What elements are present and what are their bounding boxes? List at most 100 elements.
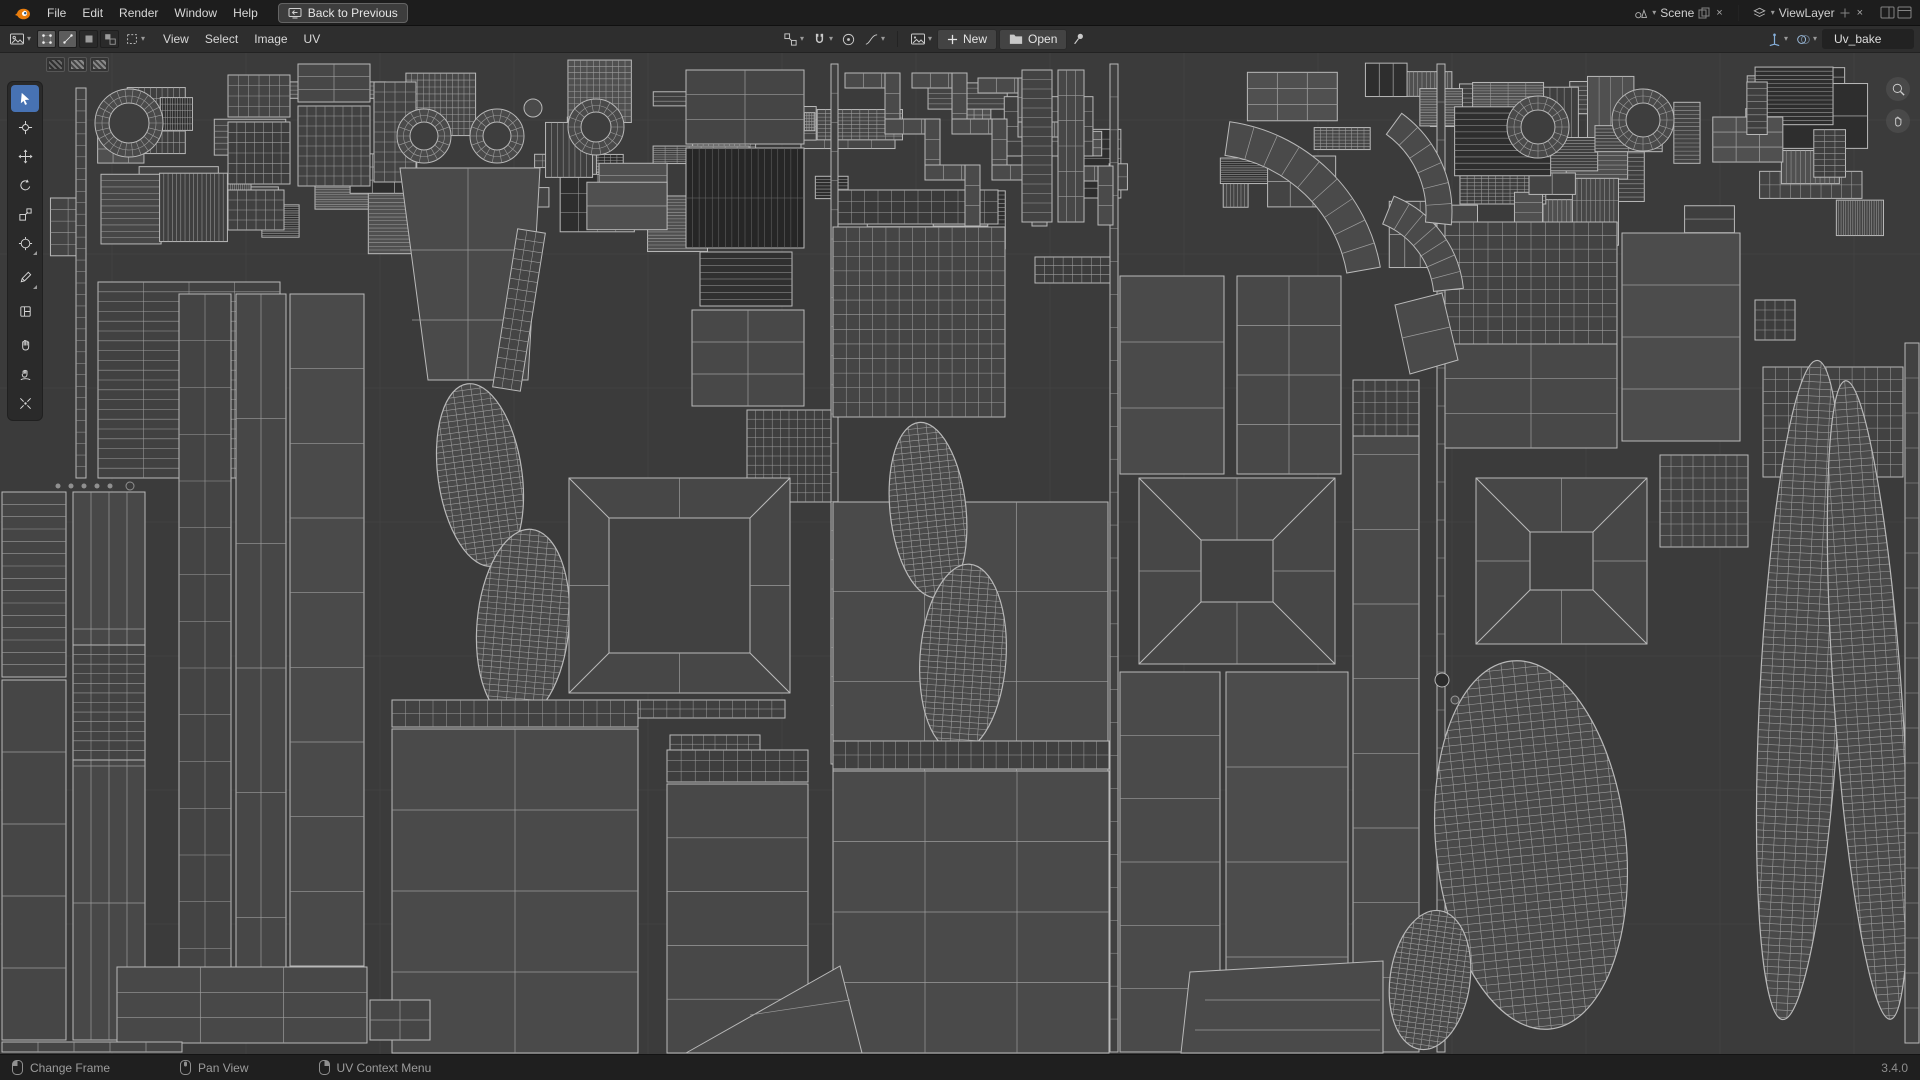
rotate-tool[interactable] — [11, 172, 39, 199]
relax-tool[interactable] — [11, 361, 39, 388]
snap-caret-icon: ▾ — [829, 35, 833, 43]
magnet-icon — [812, 32, 827, 47]
add-viewlayer-icon[interactable] — [1839, 7, 1851, 19]
overlays-icon — [1796, 32, 1811, 47]
image-icon — [910, 31, 926, 47]
new-image-label: New — [963, 32, 987, 46]
proportional-falloff-button[interactable]: ▾ — [861, 30, 888, 49]
mouse-middle-icon — [180, 1060, 191, 1075]
viewlayer-icon — [1752, 6, 1767, 20]
statusbar: Change Frame Pan View UV Context Menu 3.… — [0, 1054, 1920, 1080]
edge-select-mode-button[interactable] — [58, 30, 77, 48]
edge-mode-icon — [61, 32, 75, 46]
vertex-mode-icon — [40, 32, 54, 46]
menu-render[interactable]: Render — [111, 3, 166, 23]
back-to-previous-button[interactable]: Back to Previous — [278, 3, 408, 23]
editor-arrangement-icon[interactable] — [1880, 6, 1895, 19]
browse-image-button[interactable]: ▾ — [907, 29, 935, 49]
scene-selector[interactable]: ▾ Scene × — [1628, 5, 1729, 21]
menu-help[interactable]: Help — [225, 3, 266, 23]
zoom-icon — [1891, 82, 1906, 97]
zoom-gizmo-button[interactable] — [1886, 77, 1910, 101]
uv-context-menu-label: UV Context Menu — [337, 1061, 432, 1075]
divider — [897, 31, 898, 47]
move-tool[interactable] — [11, 143, 39, 170]
pivot-point-button[interactable]: ▾ — [780, 30, 807, 49]
topbar-menus: File Edit Render Window Help — [39, 3, 266, 23]
snap-button[interactable]: ▾ — [809, 30, 836, 49]
scale-icon — [18, 207, 33, 222]
menu-window[interactable]: Window — [166, 3, 225, 23]
viewlayer-selector[interactable]: ▾ ViewLayer × — [1747, 5, 1870, 21]
sticky-caret-icon: ▾ — [141, 35, 145, 43]
island-select-mode-button[interactable] — [100, 30, 119, 48]
pinch-icon — [18, 396, 33, 411]
change-frame-label: Change Frame — [30, 1061, 110, 1075]
select-chip-1[interactable] — [46, 57, 65, 72]
new-image-button[interactable]: New — [937, 29, 997, 50]
editor-type-button[interactable]: ▾ — [6, 29, 34, 49]
cursor-tool[interactable] — [11, 114, 39, 141]
editor-menus: View Select Image UV — [155, 29, 328, 49]
menu-image[interactable]: Image — [246, 29, 295, 49]
face-select-mode-button[interactable] — [79, 30, 98, 48]
image-group: ▾ New Open — [907, 29, 1089, 50]
uv-canvas[interactable] — [0, 53, 1920, 1054]
rip-region-icon — [18, 304, 33, 319]
viewlayer-name: ViewLayer — [1779, 6, 1835, 20]
blender-window: File Edit Render Window Help Back to Pre… — [0, 0, 1920, 1080]
falloff-caret-icon: ▾ — [881, 35, 885, 43]
status-pan-view: Pan View — [180, 1060, 248, 1075]
back-label: Back to Previous — [308, 6, 398, 20]
image-name-field[interactable]: Uv_bake — [1822, 29, 1914, 49]
relax-hand-icon — [18, 367, 33, 382]
pin-image-button[interactable] — [1069, 30, 1089, 48]
rip-region-tool[interactable] — [11, 298, 39, 325]
annotate-tool[interactable] — [11, 264, 39, 291]
pan-hand-icon — [1891, 114, 1906, 129]
sticky-selection-button[interactable]: ▾ — [122, 30, 148, 48]
open-image-button[interactable]: Open — [999, 29, 1067, 50]
pan-gizmo-button[interactable] — [1886, 109, 1910, 133]
image-name-label: Uv_bake — [1834, 32, 1881, 46]
scene-caret-icon: ▾ — [1652, 9, 1656, 17]
falloff-curve-icon — [864, 32, 879, 47]
remove-viewlayer-icon[interactable]: × — [1855, 7, 1865, 19]
unlink-scene-icon[interactable]: × — [1714, 7, 1724, 19]
open-image-label: Open — [1028, 32, 1057, 46]
viewlayer-caret-icon: ▾ — [1771, 9, 1775, 17]
transform-tool[interactable] — [11, 230, 39, 257]
window-icon[interactable] — [1897, 6, 1912, 19]
uv-select-mode-group — [37, 30, 119, 48]
vertex-select-mode-button[interactable] — [37, 30, 56, 48]
sticky-selection-icon — [125, 32, 139, 46]
uv-editor-header: ▾ — [0, 26, 1920, 53]
menu-select[interactable]: Select — [197, 29, 246, 49]
divider — [1738, 5, 1739, 21]
new-scene-icon[interactable] — [1698, 7, 1710, 19]
select-box-tool[interactable] — [11, 85, 39, 112]
topbar: File Edit Render Window Help Back to Pre… — [0, 0, 1920, 26]
uv-editor-icon — [9, 31, 25, 47]
proportional-icon — [841, 32, 856, 47]
proportional-edit-button[interactable] — [838, 30, 859, 49]
mouse-right-icon — [319, 1060, 330, 1075]
overlays-caret-icon: ▾ — [1813, 35, 1817, 43]
menu-edit[interactable]: Edit — [74, 3, 111, 23]
grab-tool[interactable] — [11, 332, 39, 359]
menu-uv[interactable]: UV — [296, 29, 329, 49]
image-caret-icon: ▾ — [928, 35, 932, 43]
pin-icon — [1072, 32, 1086, 46]
select-chip-2[interactable] — [68, 57, 87, 72]
gizmos-toggle-button[interactable]: ▾ — [1764, 30, 1791, 49]
select-arrow-icon — [18, 91, 33, 106]
select-chip-3[interactable] — [90, 57, 109, 72]
scale-tool[interactable] — [11, 201, 39, 228]
overlays-toggle-button[interactable]: ▾ — [1793, 30, 1820, 49]
scene-icon — [1633, 6, 1648, 20]
menu-file[interactable]: File — [39, 3, 74, 23]
menu-view[interactable]: View — [155, 29, 197, 49]
blender-logo-menu[interactable] — [8, 4, 37, 22]
pinch-tool[interactable] — [11, 390, 39, 417]
scene-name: Scene — [1660, 6, 1694, 20]
